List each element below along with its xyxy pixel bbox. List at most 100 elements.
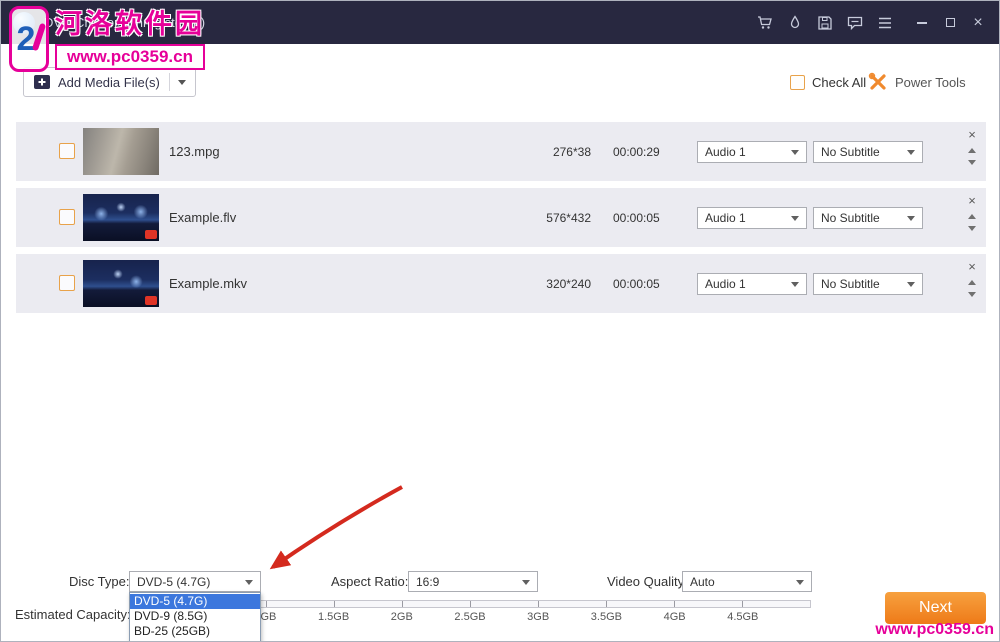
capacity-tick [334,601,335,607]
media-duration: 00:00:29 [613,145,683,159]
subtitle-select[interactable]: No Subtitle [813,273,923,295]
audio-track-value: Audio 1 [705,145,746,159]
media-filename: Example.flv [169,188,236,247]
move-up-icon[interactable] [968,280,976,285]
annotation-arrow [1,1,1000,642]
move-up-icon[interactable] [968,148,976,153]
estimated-capacity-label: Estimated Capacity: [15,608,131,622]
add-media-button[interactable]: Add Media File(s) [23,67,196,97]
capacity-tick [742,601,743,607]
capacity-tick [674,601,675,607]
row-checkbox[interactable] [59,275,75,291]
media-filename: Example.mkv [169,254,247,313]
check-all[interactable]: Check All [790,75,866,90]
maximize-icon [946,18,955,27]
aspect-ratio-value: 16:9 [416,575,439,589]
capacity-tick [606,601,607,607]
remove-item-icon[interactable]: × [968,128,976,141]
disc-type-dropdown: DVD-5 (4.7G) DVD-9 (8.5G) BD-25 (25GB) B… [129,592,261,642]
add-media-icon [33,73,51,91]
disc-type-label: Disc Type: [69,575,129,589]
move-down-icon[interactable] [968,226,976,231]
chevron-down-icon [178,80,186,85]
media-resolution: 320*240 [506,277,591,291]
titlebar: DVD Creator (Unregistered) × [1,1,999,44]
dropdown-option-dvd5[interactable]: DVD-5 (4.7G) [130,594,260,609]
capacity-tick-label: 2GB [391,611,413,623]
dropdown-option-dvd9[interactable]: DVD-9 (8.5G) [130,609,260,624]
capacity-tick-label: 3GB [527,611,549,623]
subtitle-value: No Subtitle [821,211,880,225]
disc-type-value: DVD-5 (4.7G) [137,575,210,589]
audio-track-select[interactable]: Audio 1 [697,273,807,295]
capacity-tick-label: 3.5GB [591,611,622,623]
capacity-tick-label: 4GB [664,611,686,623]
add-media-label: Add Media File(s) [58,75,160,90]
row-controls: × [965,260,979,297]
remove-item-icon[interactable]: × [968,194,976,207]
save-icon[interactable] [817,15,833,31]
check-all-checkbox[interactable] [790,75,805,90]
media-row: 123.mpg 276*38 00:00:29 Audio 1 No Subti… [16,122,986,181]
media-row: Example.flv 576*432 00:00:05 Audio 1 No … [16,188,986,247]
check-all-label: Check All [812,75,866,90]
row-controls: × [965,128,979,165]
next-button-label: Next [919,599,952,617]
subtitle-value: No Subtitle [821,277,880,291]
media-resolution: 576*432 [506,211,591,225]
ink-drop-icon[interactable] [787,15,803,31]
capacity-tick-label: 1.5GB [318,611,349,623]
close-button[interactable]: × [965,10,991,36]
capacity-tick [402,601,403,607]
media-resolution: 276*38 [506,145,591,159]
move-up-icon[interactable] [968,214,976,219]
capacity-tick-label: 2.5GB [454,611,485,623]
power-tools-button[interactable]: Power Tools [868,72,966,92]
capacity-tick [538,601,539,607]
subtitle-value: No Subtitle [821,145,880,159]
maximize-button[interactable] [937,10,963,36]
audio-track-select[interactable]: Audio 1 [697,141,807,163]
minimize-button[interactable] [909,10,935,36]
move-down-icon[interactable] [968,292,976,297]
divider [169,73,170,91]
audio-track-select[interactable]: Audio 1 [697,207,807,229]
video-quality-value: Auto [690,575,715,589]
video-quality-label: Video Quality: [607,575,688,589]
aspect-ratio-label: Aspect Ratio: [331,575,408,589]
audio-track-value: Audio 1 [705,211,746,225]
window-title: DVD Creator (Unregistered) [44,15,205,30]
row-checkbox[interactable] [59,209,75,225]
dvd-creator-window: DVD Creator (Unregistered) × [0,0,1000,642]
power-tools-icon [868,72,888,92]
remove-item-icon[interactable]: × [968,260,976,273]
capacity-tick [266,601,267,607]
subtitle-select[interactable]: No Subtitle [813,141,923,163]
format-badge-icon [145,296,157,305]
media-filename: 123.mpg [169,122,220,181]
subtitle-select[interactable]: No Subtitle [813,207,923,229]
format-badge-icon [145,230,157,239]
next-button[interactable]: Next [885,592,986,624]
menu-icon[interactable] [877,15,893,31]
row-controls: × [965,194,979,231]
app-logo-icon [13,12,35,34]
video-thumbnail [83,194,159,241]
audio-track-value: Audio 1 [705,277,746,291]
feedback-icon[interactable] [847,15,863,31]
video-thumbnail [83,128,159,175]
media-row: Example.mkv 320*240 00:00:05 Audio 1 No … [16,254,986,313]
titlebar-actions: × [757,10,999,36]
disc-type-select[interactable]: DVD-5 (4.7G) [129,571,261,592]
capacity-tick [470,601,471,607]
media-duration: 00:00:05 [613,211,683,225]
video-thumbnail [83,260,159,307]
dropdown-option-bd25[interactable]: BD-25 (25GB) [130,624,260,639]
minimize-icon [917,22,927,24]
media-duration: 00:00:05 [613,277,683,291]
cart-icon[interactable] [757,15,773,31]
video-quality-select[interactable]: Auto [682,571,812,592]
move-down-icon[interactable] [968,160,976,165]
aspect-ratio-select[interactable]: 16:9 [408,571,538,592]
row-checkbox[interactable] [59,143,75,159]
